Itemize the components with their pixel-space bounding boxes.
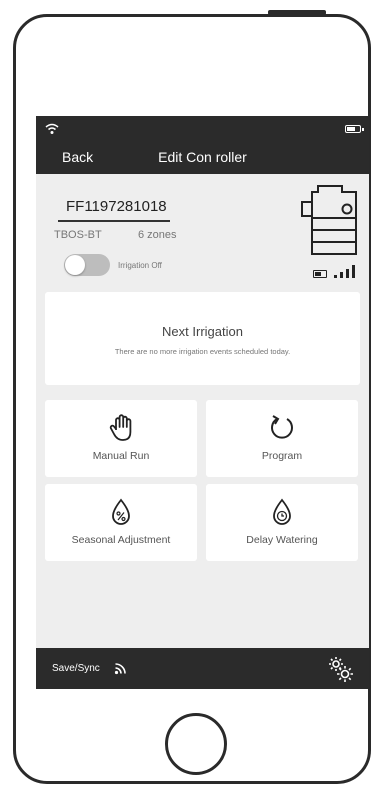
wifi-icon [45, 123, 59, 134]
controller-summary: FF1197281018 TBOS-BT 6 zones Irrigation … [36, 174, 369, 286]
next-irrigation-title: Next Irrigation [162, 324, 243, 339]
delay-watering-button[interactable]: Delay Watering [206, 484, 358, 561]
page-title: Edit Con roller [158, 149, 247, 165]
battery-icon [345, 125, 364, 133]
home-button[interactable] [165, 713, 227, 775]
program-label: Program [261, 450, 303, 462]
broadcast-icon[interactable] [114, 661, 128, 675]
signal-strength-icon [334, 265, 355, 278]
water-drop-clock-icon [273, 498, 291, 525]
program-button[interactable]: Program [206, 400, 358, 477]
irrigation-toggle[interactable] [64, 254, 110, 276]
controller-device-icon [301, 185, 357, 255]
gear-icon[interactable] [326, 655, 354, 683]
controller-serial[interactable]: FF1197281018 [66, 198, 167, 215]
next-irrigation-card: Next Irrigation There are no more irriga… [45, 292, 360, 385]
app-screen: Back Edit Con roller FF1197281018 TBOS-B… [36, 116, 369, 689]
manual-run-button[interactable]: Manual Run [45, 400, 197, 477]
seasonal-adjustment-button[interactable]: Seasonal Adjustment [45, 484, 197, 561]
manual-run-label: Manual Run [92, 450, 150, 462]
next-irrigation-message: There are no more irrigation events sche… [114, 347, 291, 356]
zone-count: 6 zones [138, 229, 177, 241]
delay-watering-label: Delay Watering [246, 534, 318, 546]
hand-icon [109, 414, 132, 441]
toggle-knob [65, 255, 85, 275]
serial-underline [58, 220, 170, 222]
irrigation-status-label: Irrigation Off [118, 261, 162, 270]
refresh-icon [271, 415, 293, 439]
device-battery-icon [313, 270, 327, 278]
top-bar: Back Edit Con roller [36, 116, 369, 174]
save-sync-button[interactable]: Save/Sync [52, 663, 100, 674]
bottom-bar: Save/Sync [36, 648, 369, 689]
seasonal-adjustment-label: Seasonal Adjustment [71, 534, 171, 546]
controller-model: TBOS-BT [54, 229, 102, 241]
water-drop-percent-icon [112, 498, 130, 525]
